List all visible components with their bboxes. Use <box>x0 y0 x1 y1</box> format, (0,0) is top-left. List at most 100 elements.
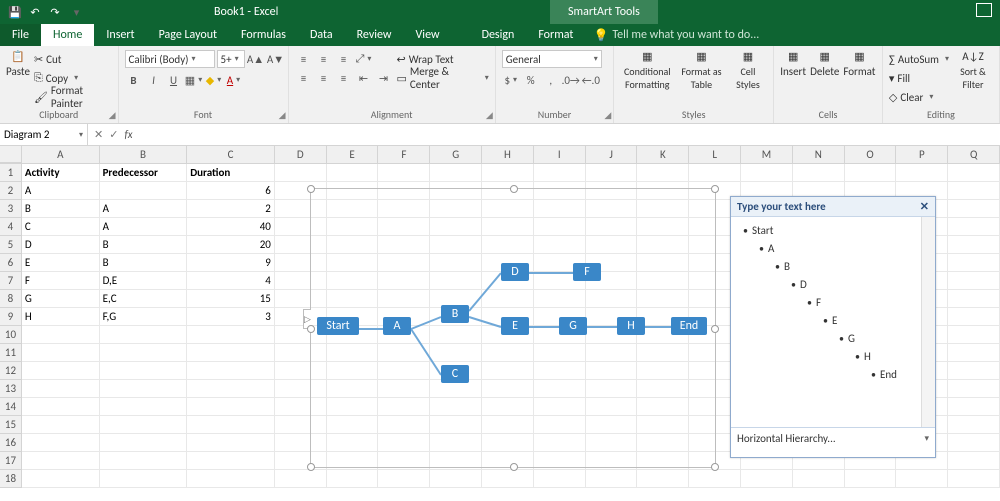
text-pane-item[interactable]: •B <box>739 257 931 275</box>
cell[interactable]: F,G <box>100 308 188 326</box>
cell[interactable] <box>100 398 188 416</box>
tab-review[interactable]: Review <box>345 24 404 46</box>
text-pane-item[interactable]: •E <box>739 311 931 329</box>
cell[interactable]: 20 <box>187 236 275 254</box>
cell[interactable] <box>948 290 1000 308</box>
text-pane-item[interactable]: •A <box>739 239 931 257</box>
insert-cells-button[interactable]: ▦Insert <box>780 50 806 78</box>
cell[interactable]: E <box>22 254 100 272</box>
cell[interactable] <box>586 470 638 488</box>
align-center-button[interactable]: ≡ <box>315 69 333 87</box>
cell[interactable]: 40 <box>187 218 275 236</box>
cell[interactable] <box>187 326 275 344</box>
cell[interactable] <box>430 164 482 182</box>
fx-icon[interactable]: fx <box>124 128 132 141</box>
cell[interactable] <box>22 344 100 362</box>
column-header[interactable]: M <box>741 146 793 163</box>
cell[interactable] <box>187 380 275 398</box>
cell[interactable] <box>948 470 1000 488</box>
tab-format[interactable]: Format <box>526 24 585 46</box>
cell[interactable] <box>187 452 275 470</box>
text-pane-item[interactable]: •G <box>739 329 931 347</box>
increase-decimal-button[interactable]: .0→ <box>562 71 580 89</box>
node-a[interactable]: A <box>383 317 411 335</box>
cell[interactable]: H <box>22 308 100 326</box>
qat-dropdown-icon[interactable]: ▾ <box>66 3 84 21</box>
ribbon-display-icon[interactable] <box>976 3 992 17</box>
resize-handle[interactable] <box>510 185 518 193</box>
cell[interactable]: 2 <box>187 200 275 218</box>
cell[interactable] <box>948 380 1000 398</box>
undo-icon[interactable]: ↶ <box>26 3 44 21</box>
node-b[interactable]: B <box>441 305 469 323</box>
cell[interactable] <box>100 326 188 344</box>
cell[interactable] <box>100 344 188 362</box>
resize-handle[interactable] <box>711 185 719 193</box>
merge-center-button[interactable]: ▭Merge & Center▾ <box>397 69 489 87</box>
row-header[interactable]: 15 <box>0 416 22 434</box>
format-painter-button[interactable]: 🖌Format Painter <box>34 88 112 106</box>
cell[interactable] <box>793 470 845 488</box>
delete-cells-button[interactable]: ▦Delete <box>810 50 839 78</box>
cell[interactable] <box>948 254 1000 272</box>
row-header[interactable]: 18 <box>0 470 22 488</box>
percent-button[interactable]: % <box>522 71 540 89</box>
resize-handle[interactable] <box>307 325 315 333</box>
cell[interactable] <box>948 344 1000 362</box>
column-header[interactable]: H <box>482 146 534 163</box>
cell[interactable] <box>948 272 1000 290</box>
cell[interactable] <box>482 164 534 182</box>
row-header[interactable]: 5 <box>0 236 22 254</box>
tab-design[interactable]: Design <box>470 24 527 46</box>
cell[interactable] <box>534 164 586 182</box>
conditional-formatting-button[interactable]: ▦Conditional Formatting <box>620 50 674 91</box>
cut-button[interactable]: ✂Cut <box>34 50 112 68</box>
tab-data[interactable]: Data <box>298 24 345 46</box>
name-box[interactable]: Diagram 2▾ <box>0 124 88 145</box>
tab-view[interactable]: View <box>404 24 452 46</box>
align-bottom-button[interactable]: ≡ <box>335 50 353 68</box>
number-format-combo[interactable]: General▾ <box>502 50 602 68</box>
text-pane-item[interactable]: •H <box>739 347 931 365</box>
align-middle-button[interactable]: ≡ <box>315 50 333 68</box>
align-launcher-icon[interactable]: ◢ <box>486 110 493 121</box>
node-start[interactable]: Start <box>317 317 359 335</box>
column-header[interactable]: G <box>430 146 482 163</box>
italic-button[interactable]: I <box>145 71 163 89</box>
resize-handle[interactable] <box>711 325 719 333</box>
resize-handle[interactable] <box>711 463 719 471</box>
cell[interactable]: B <box>100 254 188 272</box>
cell[interactable] <box>100 470 188 488</box>
fill-button[interactable]: ▾Fill <box>889 69 949 87</box>
tab-insert[interactable]: Insert <box>94 24 146 46</box>
cell[interactable] <box>100 182 188 200</box>
cell[interactable] <box>22 452 100 470</box>
cell[interactable] <box>100 434 188 452</box>
row-header[interactable]: 11 <box>0 344 22 362</box>
column-header[interactable]: P <box>896 146 948 163</box>
column-header[interactable]: D <box>275 146 327 163</box>
cell[interactable]: B <box>100 236 188 254</box>
font-size-combo[interactable]: 5+▾ <box>217 50 245 68</box>
cell[interactable]: B <box>22 200 100 218</box>
text-pane-item[interactable]: •Start <box>739 221 931 239</box>
cell[interactable] <box>327 164 379 182</box>
cell[interactable] <box>689 164 741 182</box>
shrink-font-button[interactable]: A▼ <box>267 50 285 68</box>
column-header[interactable]: Q <box>948 146 1000 163</box>
cell[interactable] <box>22 362 100 380</box>
cell[interactable]: D <box>22 236 100 254</box>
row-header[interactable]: 3 <box>0 200 22 218</box>
node-f[interactable]: F <box>573 263 601 281</box>
cell[interactable] <box>741 470 793 488</box>
cell[interactable]: Predecessor <box>100 164 188 182</box>
cell[interactable]: A <box>22 182 100 200</box>
row-header[interactable]: 4 <box>0 218 22 236</box>
row-header[interactable]: 17 <box>0 452 22 470</box>
cell[interactable]: 15 <box>187 290 275 308</box>
row-header[interactable]: 8 <box>0 290 22 308</box>
cell[interactable] <box>637 164 689 182</box>
cell[interactable] <box>948 236 1000 254</box>
cell[interactable] <box>187 470 275 488</box>
text-pane-item[interactable]: •End <box>739 365 931 383</box>
